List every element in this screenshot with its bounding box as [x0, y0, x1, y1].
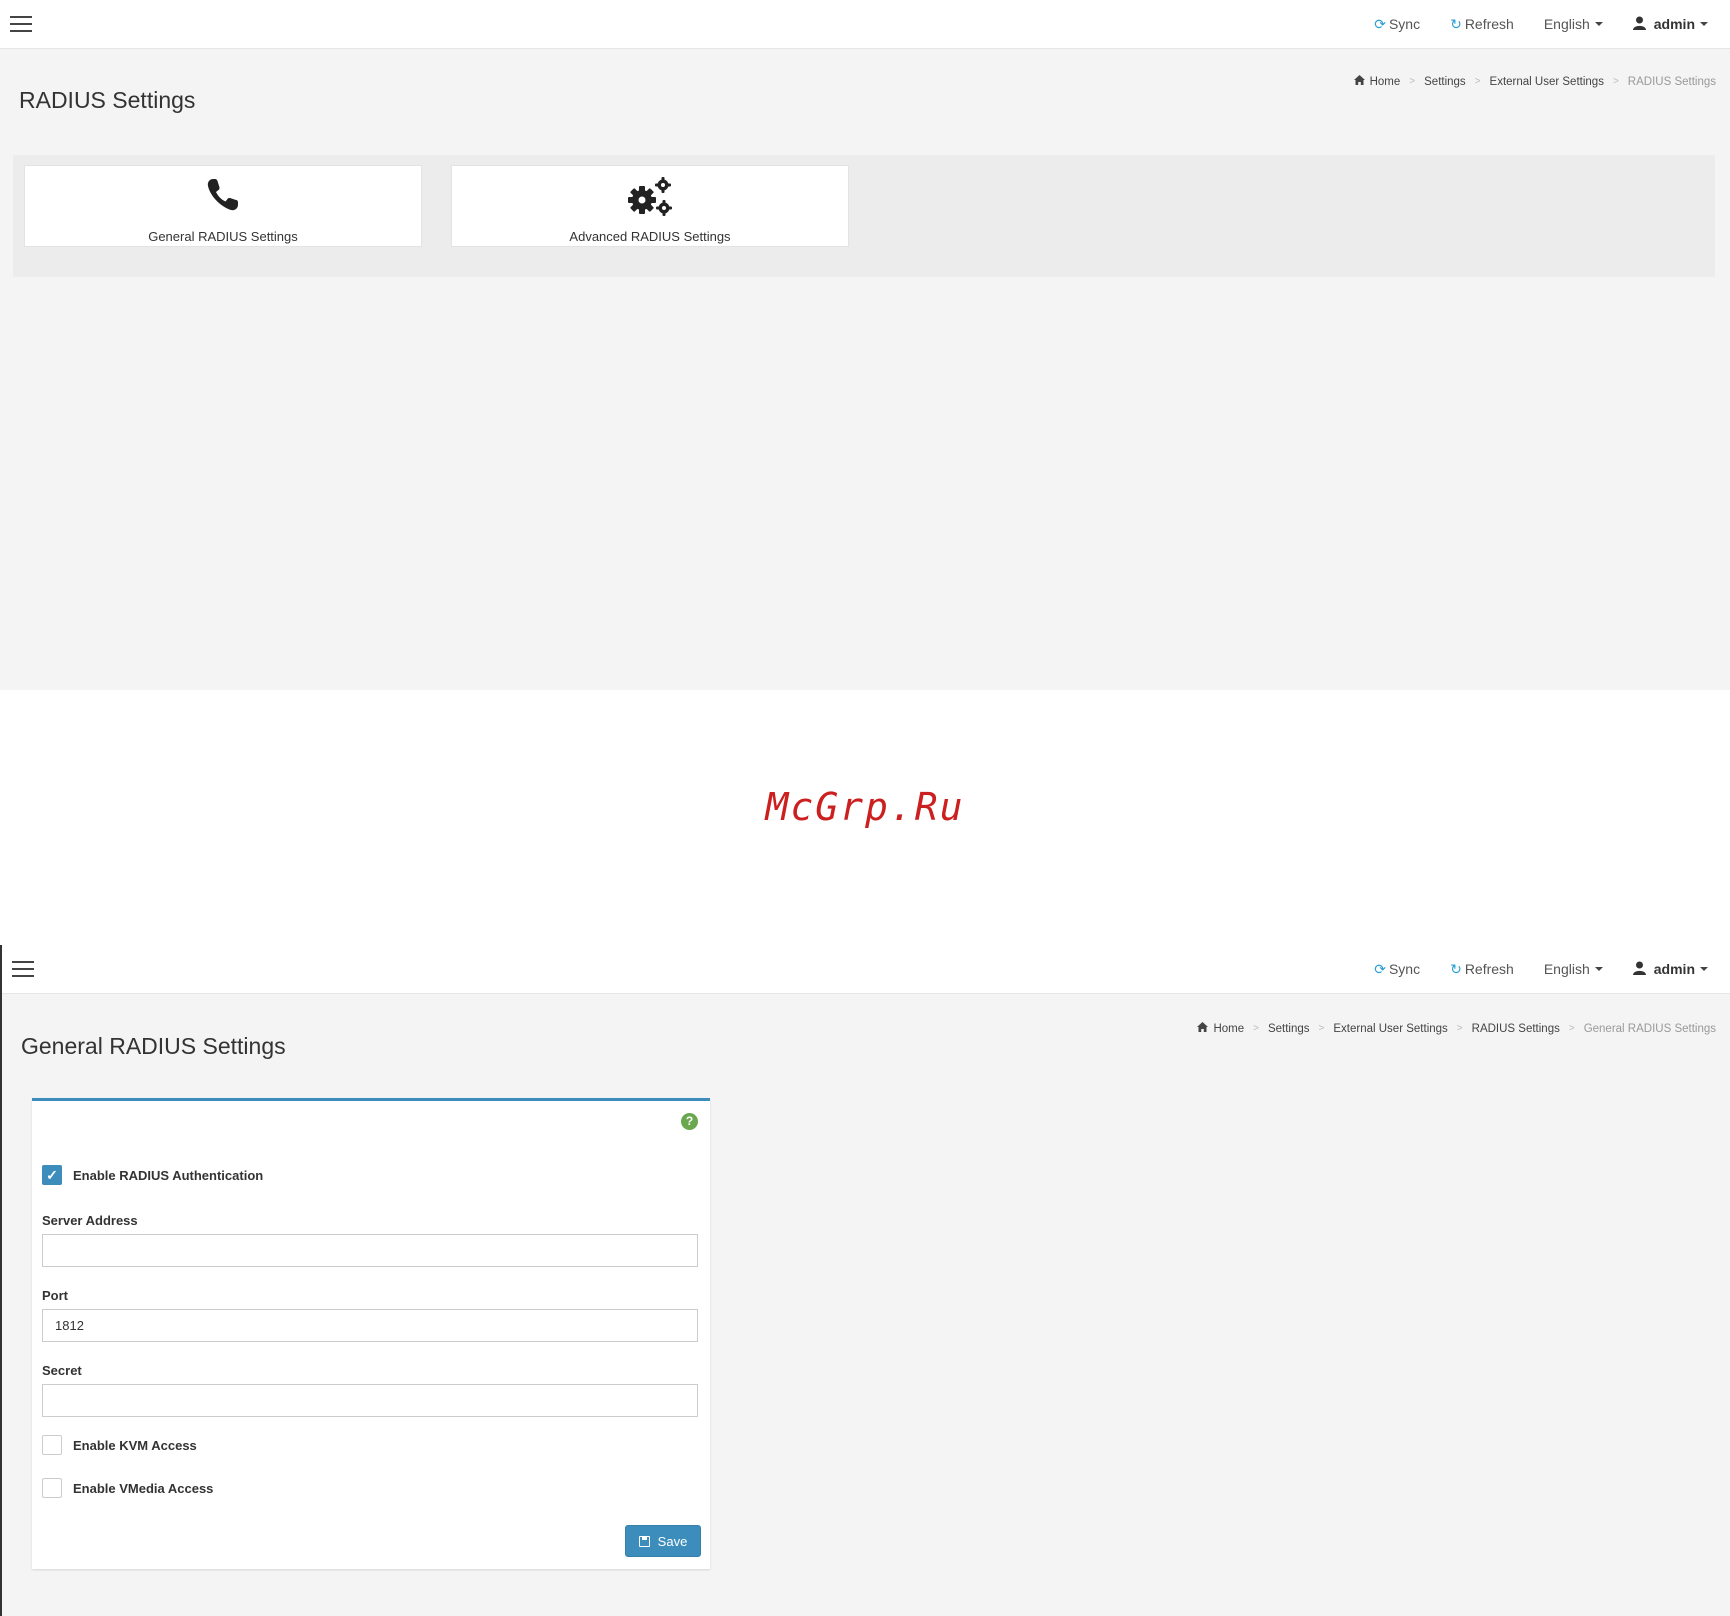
- breadcrumb-radius-settings[interactable]: RADIUS Settings: [1472, 1023, 1560, 1035]
- chevron-down-icon: [1700, 22, 1708, 26]
- breadcrumb-settings[interactable]: Settings: [1424, 76, 1466, 88]
- enable-radius-label: Enable RADIUS Authentication: [73, 1167, 264, 1183]
- breadcrumb-separator: >: [1568, 1023, 1575, 1034]
- enable-radius-row: ✓ Enable RADIUS Authentication: [42, 1165, 263, 1185]
- language-dropdown[interactable]: English: [1544, 16, 1603, 32]
- sync-button[interactable]: ⟳ Sync: [1374, 16, 1420, 33]
- breadcrumb-external-user-settings[interactable]: External User Settings: [1333, 1023, 1447, 1035]
- enable-vmedia-label: Enable VMedia Access: [73, 1480, 214, 1496]
- radius-settings-form: ? ✓ Enable RADIUS Authentication Server …: [32, 1098, 710, 1569]
- home-icon: [1197, 1022, 1209, 1035]
- breadcrumb-home[interactable]: Home: [1370, 76, 1401, 88]
- secret-input[interactable]: [42, 1384, 698, 1417]
- refresh-button[interactable]: ↻ Refresh: [1450, 16, 1514, 33]
- sync-icon: ⟳: [1374, 15, 1386, 32]
- breadcrumb: Home > Settings > External User Settings…: [1353, 75, 1716, 88]
- language-label: English: [1543, 961, 1590, 977]
- tile-advanced-radius-settings[interactable]: Advanced RADIUS Settings: [451, 165, 849, 247]
- page-title: RADIUS Settings: [19, 87, 196, 113]
- save-label: Save: [657, 1533, 688, 1549]
- floppy-disk-icon: [638, 1535, 650, 1547]
- breadcrumb: Home > Settings > External User Settings…: [1197, 1022, 1716, 1035]
- sync-button[interactable]: ⟳ Sync: [1374, 961, 1420, 978]
- breadcrumb-radius-settings: RADIUS Settings: [1627, 75, 1716, 88]
- breadcrumb-settings[interactable]: Settings: [1268, 1023, 1310, 1035]
- gears-icon: [628, 177, 672, 216]
- server-address-input[interactable]: [42, 1234, 698, 1267]
- port-input[interactable]: [42, 1309, 698, 1342]
- menu-toggle-icon[interactable]: [10, 16, 32, 32]
- sync-icon: ⟳: [1374, 960, 1386, 977]
- refresh-button[interactable]: ↻ Refresh: [1450, 961, 1514, 978]
- breadcrumb-separator: >: [1318, 1023, 1325, 1034]
- server-address-label: Server Address: [42, 1213, 138, 1228]
- help-icon[interactable]: ?: [681, 1113, 698, 1130]
- screenshot-radius-settings: ⟳ Sync ↻ Refresh English admin RADIUS Se…: [0, 0, 1730, 690]
- home-icon: [1353, 75, 1365, 88]
- user-label: admin: [1653, 961, 1695, 977]
- tile-general-radius-settings[interactable]: General RADIUS Settings: [24, 165, 422, 247]
- breadcrumb-general-radius-settings: General RADIUS Settings: [1583, 1022, 1716, 1035]
- navbar-actions: ⟳ Sync ↻ Refresh English admin: [1344, 945, 1708, 993]
- refresh-label: Refresh: [1464, 961, 1514, 977]
- watermark-text: McGrp.Ru: [765, 785, 965, 829]
- enable-kvm-checkbox[interactable]: [42, 1435, 62, 1455]
- refresh-icon: ↻: [1450, 960, 1462, 977]
- page-title: General RADIUS Settings: [21, 1033, 286, 1059]
- tile-label: Advanced RADIUS Settings: [569, 229, 731, 244]
- phone-icon: [207, 179, 238, 211]
- save-button[interactable]: Save: [625, 1525, 701, 1557]
- breadcrumb-separator: >: [1474, 76, 1481, 87]
- user-icon: [1632, 961, 1646, 978]
- refresh-label: Refresh: [1464, 16, 1514, 32]
- chevron-down-icon: [1594, 967, 1603, 971]
- refresh-icon: ↻: [1450, 15, 1462, 32]
- sync-label: Sync: [1388, 961, 1421, 977]
- sync-label: Sync: [1388, 16, 1421, 32]
- user-menu[interactable]: admin: [1632, 16, 1708, 33]
- top-navbar: ⟳ Sync ↻ Refresh English admin: [0, 0, 1730, 49]
- enable-radius-checkbox[interactable]: ✓: [42, 1165, 62, 1185]
- user-label: admin: [1653, 16, 1695, 32]
- user-menu[interactable]: admin: [1632, 961, 1708, 978]
- menu-toggle-icon[interactable]: [12, 961, 34, 977]
- enable-kvm-label: Enable KVM Access: [73, 1437, 197, 1453]
- breadcrumb-separator: >: [1456, 1023, 1463, 1034]
- enable-vmedia-checkbox[interactable]: [42, 1478, 62, 1498]
- checkmark-icon: ✓: [46, 1167, 58, 1183]
- breadcrumb-home[interactable]: Home: [1213, 1023, 1244, 1035]
- top-navbar: ⟳ Sync ↻ Refresh English admin: [2, 945, 1730, 994]
- secret-label: Secret: [42, 1363, 82, 1378]
- breadcrumb-separator: >: [1612, 76, 1619, 87]
- breadcrumb-separator: >: [1253, 1023, 1259, 1034]
- chevron-down-icon: [1594, 22, 1603, 26]
- port-label: Port: [42, 1288, 68, 1303]
- user-icon: [1632, 16, 1646, 33]
- tile-panel: General RADIUS Settings Advanced RADIUS …: [13, 155, 1715, 277]
- enable-vmedia-row: Enable VMedia Access: [42, 1478, 213, 1498]
- chevron-down-icon: [1700, 967, 1708, 971]
- language-label: English: [1543, 16, 1590, 32]
- tile-label: General RADIUS Settings: [148, 229, 298, 244]
- breadcrumb-external-user-settings[interactable]: External User Settings: [1490, 76, 1604, 88]
- enable-kvm-row: Enable KVM Access: [42, 1435, 197, 1455]
- breadcrumb-separator: >: [1409, 76, 1416, 87]
- screenshot-general-radius-settings: ⟳ Sync ↻ Refresh English admin General R…: [0, 945, 1730, 1616]
- language-dropdown[interactable]: English: [1544, 961, 1603, 977]
- navbar-actions: ⟳ Sync ↻ Refresh English admin: [1344, 0, 1708, 48]
